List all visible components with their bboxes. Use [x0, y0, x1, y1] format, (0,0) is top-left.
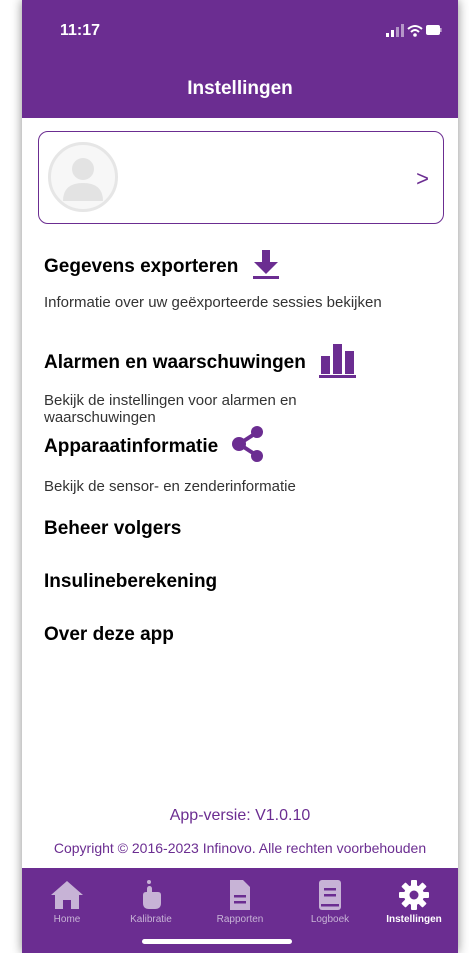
avatar — [48, 142, 118, 212]
status-icons — [386, 24, 442, 37]
app-version: App-versie: V1.0.10 — [169, 807, 311, 824]
section-subtitle: Bekijk de instellingen voor alarmen en w… — [44, 392, 297, 426]
tab-reports[interactable]: Rapporten — [200, 878, 280, 925]
tab-label: Logboek — [310, 914, 350, 925]
section-title: Gegevens exporteren — [44, 256, 239, 277]
tab-logbook[interactable]: Logboek — [290, 878, 370, 925]
finger-icon — [111, 878, 191, 912]
wifi-icon — [407, 25, 423, 33]
section-export[interactable]: Gegevens exporteren Informatie over uw g… — [44, 248, 444, 311]
home-icon — [27, 878, 107, 912]
section-title: Alarmen en waarschuwingen — [44, 352, 306, 373]
status-time: 11:17 — [60, 22, 101, 39]
tab-calibration[interactable]: Kalibratie — [111, 878, 191, 925]
section-subtitle: Informatie over uw geëxporteerde sessies… — [44, 294, 382, 311]
header: 11:17 Instellingen — [22, 0, 458, 118]
gear-icon — [374, 878, 454, 912]
section-insulin[interactable]: Insulineberekening — [44, 571, 444, 593]
book-icon — [290, 878, 370, 912]
section-title: Insulineberekening — [44, 571, 218, 592]
tab-home[interactable]: Home — [27, 878, 107, 925]
document-icon — [200, 878, 280, 912]
bar-chart-icon — [318, 342, 358, 384]
phone-screen: 11:17 Instellingen > Gegevens exporteren… — [22, 0, 458, 953]
profile-card[interactable]: > — [38, 131, 444, 224]
section-followers[interactable]: Beheer volgers — [44, 518, 444, 540]
signal-icon — [386, 33, 389, 37]
section-alarms[interactable]: Alarmen en waarschuwingen Bekijk de inst… — [44, 342, 444, 426]
chevron-right-icon: > — [416, 166, 429, 191]
tab-label: Instellingen — [386, 914, 442, 925]
section-title: Beheer volgers — [44, 518, 182, 539]
section-title: Over deze app — [44, 624, 174, 645]
tab-label: Kalibratie — [130, 914, 172, 925]
tab-label: Home — [53, 914, 81, 925]
section-title: Apparaatinformatie — [44, 436, 219, 457]
section-device-info[interactable]: Apparaatinformatie Bekijk de sensor- en … — [44, 424, 444, 495]
copyright-text: Copyright © 2016-2023 Infinovo. Alle rec… — [53, 840, 427, 856]
section-about[interactable]: Over deze app — [44, 624, 444, 646]
tab-settings[interactable]: Instellingen — [374, 878, 454, 925]
tab-label: Rapporten — [216, 914, 264, 925]
user-icon — [63, 158, 103, 201]
download-icon — [250, 248, 282, 286]
battery-icon — [426, 25, 440, 35]
home-indicator[interactable] — [142, 939, 292, 944]
section-subtitle: Bekijk de sensor- en zenderinformatie — [44, 478, 296, 495]
page-title: Instellingen — [187, 78, 293, 99]
share-icon — [230, 424, 266, 470]
